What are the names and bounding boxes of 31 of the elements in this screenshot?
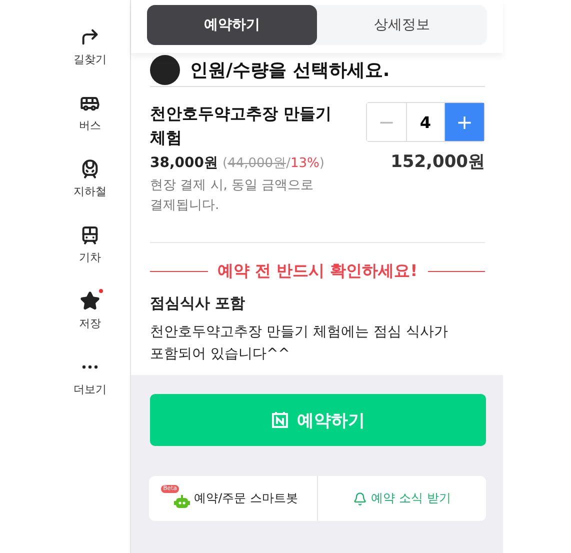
- train-icon: [80, 225, 100, 245]
- price: 38,000원: [150, 155, 218, 171]
- notice-heading: 점심식사 포함: [150, 294, 246, 313]
- sidebar-item[interactable]: 지하철: [50, 159, 130, 225]
- section-title: 인원/수량을 선택하세요.: [190, 58, 390, 82]
- notice-title: 예약 전 반드시 확인하세요!: [218, 261, 418, 282]
- original-price: 44,000원: [228, 156, 286, 171]
- section-icon: [150, 54, 180, 84]
- calendar-icon: [271, 411, 289, 429]
- subway-icon: [80, 159, 100, 179]
- turn-arrow-icon: [80, 27, 100, 47]
- robot-icon: [174, 494, 190, 508]
- payment-note: 현장 결제 시, 동일 금액으로 결제됩니다.: [150, 177, 315, 215]
- more-icon: [82, 365, 98, 369]
- increase-button[interactable]: +: [445, 103, 484, 141]
- tab[interactable]: 상세정보: [317, 5, 487, 45]
- sidebar-item[interactable]: 길찾기: [50, 27, 130, 93]
- product-name: 천안호두약고추장 만들기 체험: [150, 103, 333, 149]
- notice-text: 천안호두약고추장 만들기 체험에는 점심 식사가 포함되어 있습니다^^: [150, 323, 449, 364]
- slash: /: [286, 156, 290, 171]
- sidebar-item[interactable]: 버스: [50, 93, 130, 159]
- sidebar-item[interactable]: 더보기: [50, 357, 130, 423]
- sidebar-item[interactable]: 기차: [50, 225, 130, 291]
- total-price: 152,000원: [390, 151, 485, 173]
- tab[interactable]: 예약하기: [147, 5, 317, 45]
- star-icon: [80, 291, 100, 311]
- close-paren: ): [319, 156, 324, 171]
- sidebar-item[interactable]: 저장: [50, 291, 130, 357]
- bell-icon: [353, 492, 368, 506]
- discount-rate: 13%: [290, 156, 320, 171]
- open-paren: (: [222, 156, 228, 171]
